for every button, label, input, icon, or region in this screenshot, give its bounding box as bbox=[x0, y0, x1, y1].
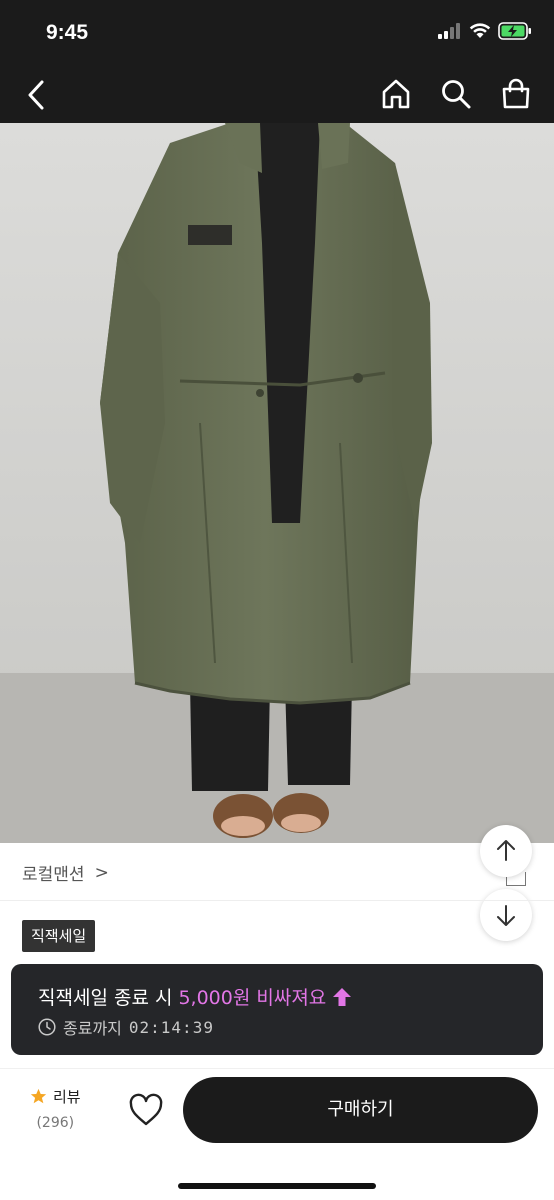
cart-button[interactable] bbox=[500, 78, 532, 110]
search-icon bbox=[442, 80, 471, 109]
countdown-label: 종료까지 bbox=[63, 1019, 122, 1038]
countdown-timer: 02:14:39 bbox=[128, 1017, 214, 1037]
review-header: 리뷰 bbox=[30, 1086, 81, 1107]
sale-banner: 직잭세일 종료 시 5,000원 비싸져요 종료까지 02:14:39 bbox=[11, 964, 543, 1055]
search-button[interactable] bbox=[440, 78, 472, 110]
home-icon bbox=[382, 79, 410, 109]
scroll-down-button[interactable] bbox=[480, 889, 532, 941]
wishlist-button[interactable] bbox=[128, 1093, 164, 1127]
shop-name: 로컬맨션 bbox=[22, 865, 85, 885]
signal-icon bbox=[438, 23, 460, 39]
review-count: (296) bbox=[36, 1115, 75, 1131]
chevron-right-icon: > bbox=[94, 862, 109, 883]
heart-icon bbox=[129, 1093, 163, 1126]
arrow-up-icon bbox=[497, 840, 515, 861]
bottom-divider bbox=[0, 1068, 554, 1069]
home-button[interactable] bbox=[380, 78, 412, 110]
sale-tag: 직잭세일 bbox=[22, 920, 96, 952]
back-button[interactable] bbox=[22, 78, 52, 112]
banner-headline: 직잭세일 종료 시 5,000원 비싸져요 bbox=[38, 983, 352, 1010]
clock-icon bbox=[38, 1018, 56, 1036]
top-bar: 9:45 bbox=[0, 0, 554, 123]
wifi-icon bbox=[469, 23, 491, 38]
review-label: 리뷰 bbox=[53, 1088, 81, 1106]
banner-prefix: 직잭세일 종료 시 bbox=[38, 987, 173, 1009]
back-icon bbox=[28, 80, 44, 110]
arrow-down-icon bbox=[497, 905, 515, 926]
buy-button[interactable]: 구매하기 bbox=[183, 1077, 538, 1143]
battery-charging-icon bbox=[498, 22, 531, 40]
arrow-up-icon bbox=[333, 987, 352, 1006]
banner-highlight: 5,000원 비싸져요 bbox=[178, 987, 327, 1009]
star-icon bbox=[30, 1088, 47, 1104]
shopping-bag-icon bbox=[502, 78, 530, 109]
status-time: 9:45 bbox=[46, 21, 89, 44]
home-indicator bbox=[178, 1183, 376, 1189]
review-summary[interactable]: 리뷰 (296) bbox=[30, 1086, 81, 1131]
banner-countdown: 종료까지 02:14:39 bbox=[38, 1015, 214, 1039]
product-image[interactable] bbox=[0, 123, 554, 843]
shop-link[interactable]: 로컬맨션 > bbox=[22, 860, 109, 886]
scroll-up-button[interactable] bbox=[480, 825, 532, 877]
product-photo bbox=[0, 123, 554, 843]
divider bbox=[0, 900, 554, 901]
status-icons bbox=[438, 22, 532, 40]
nav-actions bbox=[380, 78, 532, 110]
